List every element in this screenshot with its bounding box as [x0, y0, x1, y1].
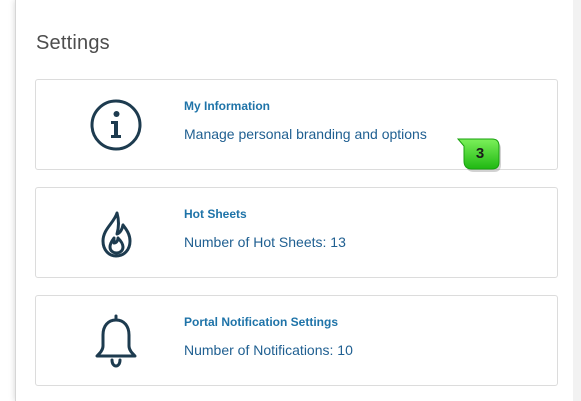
step-badge-number: 3: [475, 145, 485, 162]
flame-icon: [86, 203, 146, 263]
card-title[interactable]: Hot Sheets: [184, 207, 247, 221]
card-title[interactable]: Portal Notification Settings: [184, 315, 338, 329]
card-description: Number of Hot Sheets: 13: [184, 234, 346, 250]
card-description: Manage personal branding and options: [184, 126, 427, 142]
step-badge: 3: [445, 136, 501, 172]
scroll-gutter: [573, 0, 581, 401]
info-icon: [86, 95, 146, 155]
page-title: Settings: [36, 32, 110, 54]
bell-icon: [86, 311, 146, 371]
settings-panel: Settings My Information Manage personal …: [15, 0, 575, 401]
settings-card-portal-notifications[interactable]: Portal Notification Settings Number of N…: [35, 295, 558, 386]
card-description: Number of Notifications: 10: [184, 342, 353, 358]
card-title[interactable]: My Information: [184, 99, 270, 113]
settings-card-hot-sheets[interactable]: Hot Sheets Number of Hot Sheets: 13: [35, 187, 558, 278]
